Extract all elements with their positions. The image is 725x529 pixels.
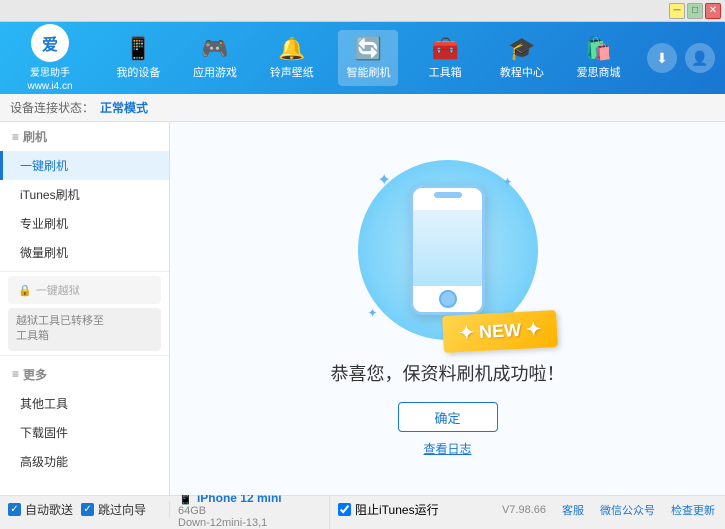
sparkle-2: ✦ [502, 175, 512, 189]
device-storage: 64GB [178, 505, 206, 517]
smart-flash-icon: 🔄 [355, 36, 382, 62]
status-bar: 设备连接状态： 正常模式 [0, 94, 725, 122]
skip-wizard-checkbox-box: ✓ [81, 503, 94, 516]
nav-tutorials[interactable]: 🎓 教程中心 [492, 30, 552, 86]
nav-bar: 📱 我的设备 🎮 应用游戏 🔔 铃声壁纸 🔄 智能刷机 🧰 工具箱 🎓 教程中心… [100, 30, 637, 86]
header-right: ⬇ 👤 [647, 43, 715, 73]
new-badge: ✦ NEW ✦ [442, 310, 558, 353]
apps-games-icon: 🎮 [201, 36, 228, 62]
main-layout: ≡ 刷机 一键刷机 iTunes刷机 专业刷机 微量刷机 🔒 一键越狱 越狱工具… [0, 122, 725, 495]
tutorials-label: 教程中心 [500, 64, 544, 80]
logo: 爱 爱思助手 www.i4.cn [10, 24, 90, 92]
sidebar-jailbreak-section: 🔒 一键越狱 [8, 276, 161, 304]
sidebar-item-download-firmware[interactable]: 下载固件 [0, 418, 169, 447]
prevent-itunes-checkbox[interactable] [338, 503, 351, 516]
maximize-button[interactable]: □ [687, 3, 703, 19]
sidebar-section-flash: ≡ 刷机 [0, 122, 169, 151]
sidebar-item-advanced[interactable]: 高级功能 [0, 447, 169, 476]
sidebar-section-more: ≡ 更多 [0, 360, 169, 389]
skip-wizard-checkmark: ✓ [83, 504, 91, 515]
auto-connect-checkbox-box: ✓ [8, 503, 21, 516]
version-text: V7.98.66 [502, 504, 546, 516]
more-section-label: 更多 [23, 366, 47, 383]
toolbox-icon: 🧰 [431, 36, 458, 62]
shop-label: 爱思商城 [577, 64, 621, 80]
customer-service-link[interactable]: 客服 [562, 502, 584, 518]
logo-url: www.i4.cn [27, 81, 72, 92]
success-text: 恭喜您，保资料刷机成功啦！ [331, 360, 565, 386]
ringtones-label: 铃声壁纸 [270, 64, 314, 80]
user-button[interactable]: 👤 [685, 43, 715, 73]
content-area: ✦ ✦ ✦ ✦ NEW ✦ 恭喜您，保资料刷机成功啦！ 确定 查看日志 [170, 122, 725, 495]
flash-section-label: 刷机 [23, 128, 47, 145]
prevent-itunes-label: 阻止iTunes运行 [355, 501, 439, 518]
confirm-button[interactable]: 确定 [398, 402, 498, 432]
jailbreak-note: 越狱工具已转移至工具箱 [8, 308, 161, 351]
prevent-itunes[interactable]: 阻止iTunes运行 [330, 501, 447, 518]
logo-symbol: 爱 [42, 31, 58, 55]
sidebar: ≡ 刷机 一键刷机 iTunes刷机 专业刷机 微量刷机 🔒 一键越狱 越狱工具… [0, 122, 170, 495]
more-section-icon: ≡ [12, 367, 19, 381]
bottom-checkboxes: ✓ 自动歌送 ✓ 跳过向导 [0, 501, 170, 518]
new-text: NEW [479, 320, 522, 342]
skip-wizard-label: 跳过向导 [98, 501, 146, 518]
smart-flash-label: 智能刷机 [346, 64, 390, 80]
sidebar-item-one-key-flash[interactable]: 一键刷机 [0, 151, 169, 180]
wechat-public-link[interactable]: 微信公众号 [600, 502, 655, 518]
my-device-label: 我的设备 [116, 64, 160, 80]
sidebar-item-restore-flash[interactable]: 微量刷机 [0, 238, 169, 267]
lock-icon: 🔒 [18, 284, 32, 297]
sidebar-divider-1 [0, 271, 169, 272]
nav-apps-games[interactable]: 🎮 应用游戏 [185, 30, 245, 86]
nav-shop[interactable]: 🛍️ 爱思商城 [569, 30, 629, 86]
sidebar-item-itunes-flash[interactable]: iTunes刷机 [0, 180, 169, 209]
auto-connect-checkmark: ✓ [10, 504, 18, 515]
phone-shape [410, 185, 485, 315]
tutorials-icon: 🎓 [508, 36, 535, 62]
minimize-button[interactable]: ─ [669, 3, 685, 19]
sidebar-item-pro-flash[interactable]: 专业刷机 [0, 209, 169, 238]
nav-smart-flash[interactable]: 🔄 智能刷机 [338, 30, 398, 86]
skip-wizard-checkbox[interactable]: ✓ 跳过向导 [81, 501, 146, 518]
status-value: 正常模式 [100, 99, 148, 116]
new-star-left: ✦ [459, 322, 475, 343]
phone-bg-circle: ✦ ✦ ✦ ✦ NEW ✦ [358, 160, 538, 340]
sidebar-item-other-tools[interactable]: 其他工具 [0, 389, 169, 418]
download-button[interactable]: ⬇ [647, 43, 677, 73]
apps-games-label: 应用游戏 [193, 64, 237, 80]
new-star-right: ✦ [526, 319, 542, 340]
phone-notch [434, 192, 462, 198]
jailbreak-label: 一键越狱 [36, 282, 80, 298]
ringtones-icon: 🔔 [278, 36, 305, 62]
logo-text: 爱思助手 [30, 64, 70, 79]
logo-circle: 爱 [31, 24, 69, 62]
sidebar-divider-2 [0, 355, 169, 356]
bottom-right: V7.98.66 客服 微信公众号 检查更新 [447, 502, 725, 518]
auto-connect-checkbox[interactable]: ✓ 自动歌送 [8, 501, 73, 518]
back-link[interactable]: 查看日志 [423, 440, 471, 457]
auto-connect-label: 自动歌送 [25, 501, 73, 518]
header: 爱 爱思助手 www.i4.cn 📱 我的设备 🎮 应用游戏 🔔 铃声壁纸 🔄 … [0, 22, 725, 94]
sparkle-3: ✦ [368, 306, 378, 320]
device-details: 64GB [178, 505, 321, 517]
title-bar: ─ □ ✕ [0, 0, 725, 22]
phone-illustration: ✦ ✦ ✦ ✦ NEW ✦ [358, 160, 538, 340]
shop-icon: 🛍️ [585, 36, 612, 62]
nav-my-device[interactable]: 📱 我的设备 [108, 30, 168, 86]
nav-ringtones[interactable]: 🔔 铃声壁纸 [262, 30, 322, 86]
nav-toolbox[interactable]: 🧰 工具箱 [415, 30, 475, 86]
sparkle-1: ✦ [378, 170, 391, 190]
phone-screen [413, 210, 482, 286]
toolbox-label: 工具箱 [429, 64, 462, 80]
bottom-bar: ✓ 自动歌送 ✓ 跳过向导 📱 iPhone 12 mini 64GB Down… [0, 495, 725, 523]
close-button[interactable]: ✕ [705, 3, 721, 19]
check-update-link[interactable]: 检查更新 [671, 502, 715, 518]
my-device-icon: 📱 [125, 36, 152, 62]
status-label-text: 设备连接状态： [10, 99, 94, 116]
phone-home-button [439, 290, 457, 308]
flash-section-icon: ≡ [12, 130, 19, 144]
